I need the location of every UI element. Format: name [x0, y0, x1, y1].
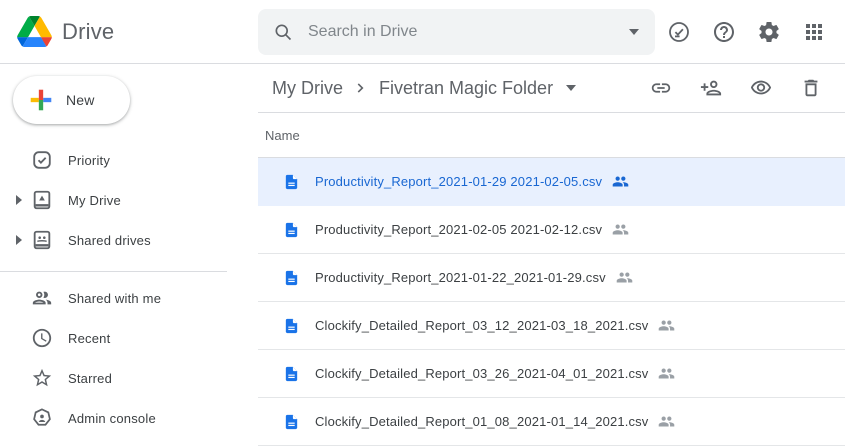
sidebar-divider — [0, 271, 227, 272]
shared-people-icon — [658, 365, 675, 382]
shared-people-icon — [658, 317, 675, 334]
search-bar[interactable] — [258, 9, 655, 55]
offline-status-button[interactable] — [667, 20, 691, 44]
shared-people-icon — [658, 413, 675, 430]
delete-button[interactable] — [799, 76, 823, 100]
drive-home-link[interactable]: Drive — [0, 16, 258, 47]
google-apps-button[interactable] — [802, 20, 826, 44]
person-add-icon — [700, 77, 722, 99]
drive-logo-icon — [17, 16, 52, 47]
toolbar-actions — [649, 76, 823, 100]
sidebar-item-my-drive[interactable]: My Drive — [0, 180, 258, 220]
sidebar-item-label: Recent — [68, 331, 110, 346]
file-list: Productivity_Report_2021-01-29 2021-02-0… — [258, 158, 845, 446]
shared-drives-icon — [31, 229, 53, 251]
check-circle-icon — [667, 20, 691, 44]
expand-arrow-icon[interactable] — [16, 195, 22, 205]
folder-toolbar: My Drive Fivetran Magic Folder — [258, 64, 845, 113]
share-button[interactable] — [699, 76, 723, 100]
name-column-header[interactable]: Name — [258, 113, 845, 158]
csv-file-icon — [283, 268, 300, 288]
sidebar-item-admin-console[interactable]: Admin console — [0, 398, 258, 438]
new-button[interactable]: New — [13, 76, 130, 124]
sidebar-item-label: Shared drives — [68, 233, 151, 248]
trash-icon — [800, 77, 822, 99]
admin-console-icon — [31, 407, 53, 429]
gear-icon — [757, 20, 781, 44]
breadcrumb-current-folder[interactable]: Fivetran Magic Folder — [373, 75, 559, 102]
sidebar-item-shared-with-me[interactable]: Shared with me — [0, 278, 258, 318]
search-icon[interactable] — [273, 22, 293, 42]
file-row[interactable]: Productivity_Report_2021-01-22_2021-01-2… — [258, 254, 845, 302]
shared-people-icon — [612, 221, 629, 238]
csv-file-icon — [283, 412, 300, 432]
my-drive-icon — [31, 189, 53, 211]
csv-file-icon — [283, 220, 300, 240]
shared-with-me-icon — [31, 287, 53, 309]
chevron-right-icon — [351, 78, 371, 98]
eye-icon — [750, 77, 772, 99]
file-row[interactable]: Clockify_Detailed_Report_03_12_2021-03_1… — [258, 302, 845, 350]
sidebar-item-label: Admin console — [68, 411, 156, 426]
star-icon — [31, 367, 53, 389]
name-column-label: Name — [265, 128, 300, 143]
help-icon — [712, 20, 736, 44]
csv-file-icon — [283, 172, 300, 192]
sidebar-item-label: My Drive — [68, 193, 121, 208]
appbar-actions — [667, 20, 845, 44]
file-row[interactable]: Productivity_Report_2021-01-29 2021-02-0… — [258, 158, 845, 206]
folder-menu-caret-icon[interactable] — [566, 85, 576, 91]
app-bar: Drive — [0, 0, 845, 64]
csv-file-icon — [283, 364, 300, 384]
sidebar-item-label: Starred — [68, 371, 112, 386]
file-name: Clockify_Detailed_Report_01_08_2021-01_1… — [315, 414, 648, 429]
priority-icon — [31, 149, 53, 171]
settings-button[interactable] — [757, 20, 781, 44]
product-name: Drive — [62, 19, 114, 45]
csv-file-icon — [283, 316, 300, 336]
shared-people-icon — [616, 269, 633, 286]
file-name: Productivity_Report_2021-02-05 2021-02-1… — [315, 222, 602, 237]
sidebar-item-shared-drives[interactable]: Shared drives — [0, 220, 258, 260]
get-link-button[interactable] — [649, 76, 673, 100]
main-content: My Drive Fivetran Magic Folder — [258, 64, 845, 439]
file-row[interactable]: Clockify_Detailed_Report_03_26_2021-04_0… — [258, 350, 845, 398]
sidebar-item-starred[interactable]: Starred — [0, 358, 258, 398]
apps-grid-icon — [802, 20, 826, 44]
sidebar-item-label: Priority — [68, 153, 110, 168]
file-name: Productivity_Report_2021-01-22_2021-01-2… — [315, 270, 606, 285]
search-options-caret-icon[interactable] — [629, 29, 639, 35]
expand-arrow-icon[interactable] — [16, 235, 22, 245]
sidebar: New Priority — [0, 64, 258, 439]
new-button-label: New — [66, 92, 95, 108]
breadcrumb: My Drive Fivetran Magic Folder — [266, 75, 576, 102]
plus-icon — [28, 87, 54, 113]
preview-button[interactable] — [749, 76, 773, 100]
help-button[interactable] — [712, 20, 736, 44]
file-row[interactable]: Productivity_Report_2021-02-05 2021-02-1… — [258, 206, 845, 254]
search-input[interactable] — [306, 22, 629, 42]
shared-people-icon — [612, 173, 629, 190]
breadcrumb-my-drive[interactable]: My Drive — [266, 75, 349, 102]
link-icon — [650, 77, 672, 99]
clock-icon — [31, 327, 53, 349]
sidebar-item-priority[interactable]: Priority — [0, 140, 258, 180]
file-name: Productivity_Report_2021-01-29 2021-02-0… — [315, 174, 602, 189]
file-name: Clockify_Detailed_Report_03_26_2021-04_0… — [315, 366, 648, 381]
file-name: Clockify_Detailed_Report_03_12_2021-03_1… — [315, 318, 648, 333]
sidebar-item-label: Shared with me — [68, 291, 161, 306]
sidebar-item-recent[interactable]: Recent — [0, 318, 258, 358]
